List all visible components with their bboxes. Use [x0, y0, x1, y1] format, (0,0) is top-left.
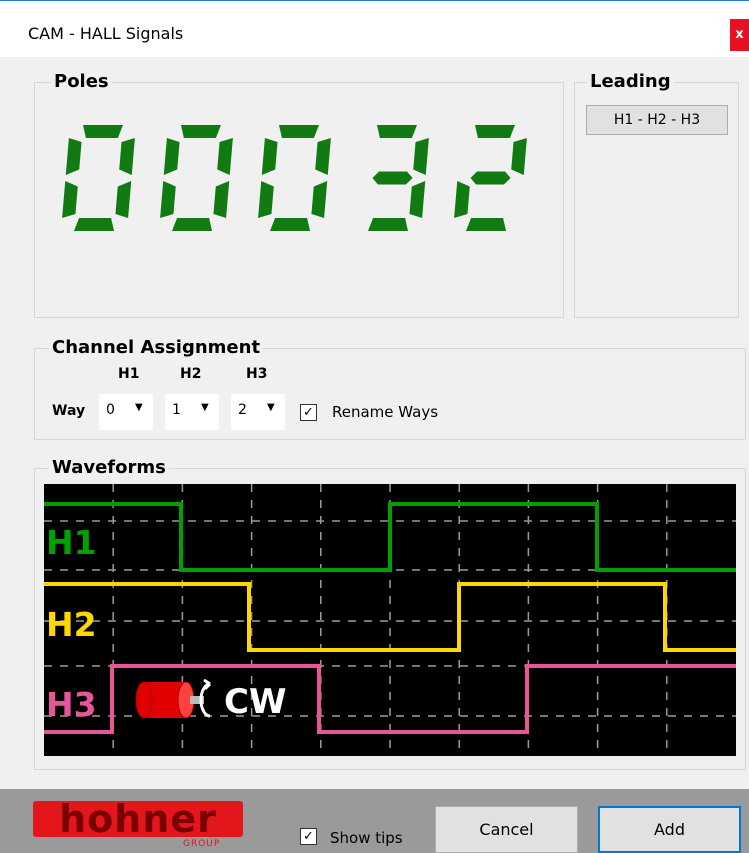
segment-d — [172, 218, 212, 231]
segment-d — [368, 218, 408, 231]
segment-e — [62, 181, 78, 218]
segment-b — [217, 138, 233, 175]
segment-b — [511, 138, 527, 175]
segment-g — [372, 171, 413, 185]
segment-e — [454, 181, 470, 218]
rename-ways-label[interactable]: Rename Ways — [332, 403, 438, 421]
cancel-button[interactable]: Cancel — [435, 806, 578, 853]
waveforms-display: H1 H2 H3 CW — [44, 484, 736, 756]
poles-group: Poles — [34, 70, 564, 318]
close-button[interactable]: x — [730, 19, 749, 51]
leading-label: Leading — [587, 70, 674, 94]
way-label: Way — [52, 403, 86, 419]
segment-e — [160, 181, 176, 218]
chevron-down-icon[interactable]: ▼ — [267, 402, 275, 413]
channel-header-h3: H3 — [246, 366, 268, 382]
segment-d — [270, 218, 310, 231]
direction-label: CW — [224, 682, 286, 722]
logo-sub: GROUP — [183, 839, 220, 847]
h1-label: H1 — [46, 523, 97, 562]
segment-c — [115, 181, 132, 218]
chevron-down-icon[interactable]: ▼ — [201, 402, 209, 413]
segment-f — [163, 138, 180, 175]
segment-a — [83, 125, 123, 138]
waveforms-label: Waveforms — [49, 456, 169, 480]
h2-label: H2 — [46, 605, 97, 644]
h3-way-value: 2 — [238, 402, 247, 418]
h2-way-value: 1 — [172, 402, 181, 418]
h3-label: H3 — [46, 685, 97, 724]
segment-c — [409, 181, 426, 218]
leading-order-button[interactable]: H1 - H2 - H3 — [586, 105, 728, 135]
segment-a — [279, 125, 319, 138]
window-title: CAM - HALL Signals — [28, 24, 184, 43]
segment-c — [213, 181, 230, 218]
segment-d — [466, 218, 506, 231]
show-tips-label[interactable]: Show tips — [330, 829, 403, 847]
h1-way-value: 0 — [106, 402, 115, 418]
channel-header-h1: H1 — [118, 366, 140, 382]
rename-ways-checkbox[interactable]: ✓ — [300, 404, 317, 421]
chevron-down-icon[interactable]: ▼ — [135, 402, 143, 413]
segment-f — [65, 138, 82, 175]
channel-assignment-label: Channel Assignment — [49, 336, 264, 360]
add-button[interactable]: Add — [598, 806, 741, 853]
h3-way-select[interactable]: 2 ▼ — [231, 394, 285, 430]
segment-a — [181, 125, 221, 138]
h2-way-select[interactable]: 1 ▼ — [165, 394, 219, 430]
leading-group: Leading H1 - H2 - H3 — [574, 70, 739, 318]
segment-b — [413, 138, 429, 175]
segment-e — [258, 181, 274, 218]
title-bar[interactable]: CAM - HALL Signals x — [0, 1, 749, 57]
channel-header-h2: H2 — [180, 366, 202, 382]
poles-seven-segment-display — [62, 125, 527, 231]
segment-b — [119, 138, 135, 175]
segment-a — [377, 125, 417, 138]
show-tips-checkbox[interactable]: ✓ — [300, 828, 317, 845]
segment-f — [261, 138, 278, 175]
segment-c — [311, 181, 328, 218]
hohner-logo: hohner GROUP — [33, 799, 243, 847]
segment-d — [74, 218, 114, 231]
h1-way-select[interactable]: 0 ▼ — [99, 394, 153, 430]
segment-b — [315, 138, 331, 175]
segment-g — [470, 171, 511, 185]
segment-a — [475, 125, 515, 138]
logo-text: hohner — [59, 799, 217, 841]
